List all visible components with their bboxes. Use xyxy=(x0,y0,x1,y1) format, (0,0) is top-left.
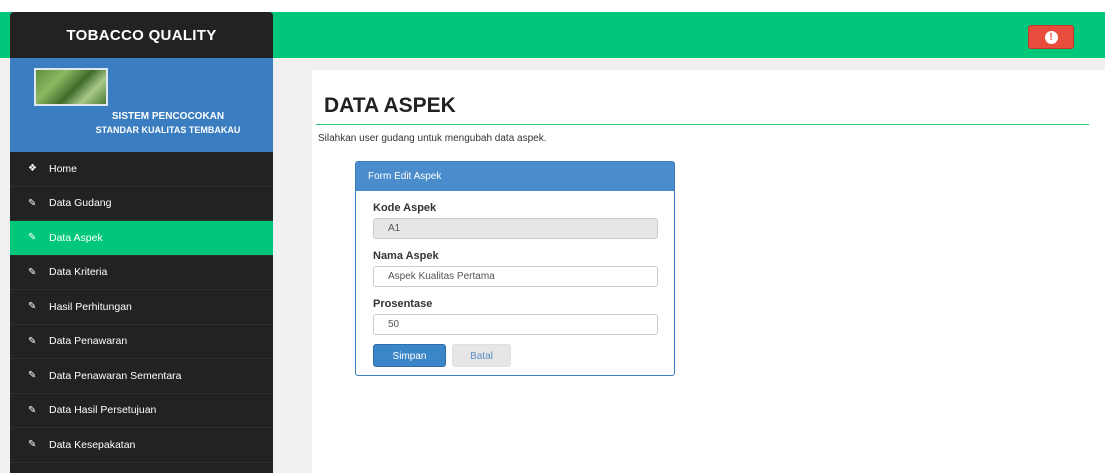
prosentase-label: Prosentase xyxy=(373,298,433,310)
pencil-icon: ✎ xyxy=(28,370,37,382)
alert-button[interactable]: ! xyxy=(1028,25,1074,49)
pencil-icon: ✎ xyxy=(28,404,37,416)
sidebar-item-data-gudang[interactable]: ✎ Data Gudang xyxy=(10,187,273,221)
sidebar-item-label: Data Hasil Persetujuan xyxy=(49,404,157,417)
sidebar-item-data-hasil-persetujuan[interactable]: ✎ Data Hasil Persetujuan xyxy=(10,394,273,428)
pencil-icon: ✎ xyxy=(28,197,37,209)
exclamation-icon: ! xyxy=(1044,30,1058,44)
top-strip xyxy=(0,0,1105,12)
sidebar-item-label: Data Aspek xyxy=(49,231,103,244)
sidebar-item-data-aspek[interactable]: ✎ Data Aspek xyxy=(10,221,273,256)
panel-heading: Form Edit Aspek xyxy=(356,162,674,191)
kode-aspek-input: A1 xyxy=(373,218,658,239)
cancel-button[interactable]: Batal xyxy=(452,344,511,367)
sidebar-item-label: Data Penawaran Sementara xyxy=(49,369,182,382)
sidebar-item-data-penawaran-sementara[interactable]: ✎ Data Penawaran Sementara xyxy=(10,359,273,394)
sidebar-item-label: Data Gudang xyxy=(49,197,112,210)
sidebar-item-hasil-perhitungan[interactable]: ✎ Hasil Perhitungan xyxy=(10,290,273,325)
pencil-icon: ✎ xyxy=(28,232,37,244)
sidebar-item-label: Home xyxy=(49,162,78,175)
sidebar-item-data-kriteria[interactable]: ✎ Data Kriteria xyxy=(10,256,273,290)
nama-aspek-label: Nama Aspek xyxy=(373,250,439,262)
brand-title[interactable]: TOBACCO QUALITY xyxy=(10,12,273,58)
edit-aspek-form: Form Edit Aspek Kode Aspek A1 Nama Aspek… xyxy=(355,161,675,376)
page-title: DATA ASPEK xyxy=(324,94,456,117)
sidebar-item-data-kesepakatan[interactable]: ✎ Data Kesepakatan xyxy=(10,428,273,463)
sidebar-item-label: Hasil Perhitungan xyxy=(49,300,132,313)
profile-line-2: STANDAR KUALITAS TEMBAKAU xyxy=(95,125,241,135)
pencil-icon: ✎ xyxy=(28,266,37,278)
tobacco-leaf-image xyxy=(34,68,108,106)
profile-panel: SISTEM PENCOCOKAN STANDAR KUALITAS TEMBA… xyxy=(10,58,273,152)
pencil-icon: ✎ xyxy=(28,439,37,451)
nama-aspek-input[interactable]: Aspek Kualitas Pertama xyxy=(373,266,658,287)
page-subtitle: Silahkan user gudang untuk mengubah data… xyxy=(318,133,547,144)
sidebar-menu: ❖ Home ✎ Data Gudang ✎ Data Aspek ✎ Data… xyxy=(10,152,273,463)
sidebar-item-label: Data Penawaran xyxy=(49,335,128,348)
kode-aspek-label: Kode Aspek xyxy=(373,202,437,214)
top-navbar: TOBACCO QUALITY ! xyxy=(0,12,1105,58)
main-content: DATA ASPEK Silahkan user gudang untuk me… xyxy=(312,70,1105,473)
sidebar-item-data-penawaran[interactable]: ✎ Data Penawaran xyxy=(10,325,273,359)
sidebar-item-label: Data Kesepakatan xyxy=(49,438,136,451)
pencil-icon: ✎ xyxy=(28,301,37,313)
pencil-icon: ✎ xyxy=(28,335,37,347)
sidebar: SISTEM PENCOCOKAN STANDAR KUALITAS TEMBA… xyxy=(10,58,273,473)
save-button[interactable]: Simpan xyxy=(373,344,446,367)
prosentase-input[interactable]: 50 xyxy=(373,314,658,335)
sidebar-item-home[interactable]: ❖ Home xyxy=(10,152,273,187)
home-icon: ❖ xyxy=(28,163,37,175)
title-divider xyxy=(316,124,1089,125)
profile-line-1: SISTEM PENCOCOKAN xyxy=(111,111,225,122)
sidebar-item-label: Data Kriteria xyxy=(49,266,108,279)
